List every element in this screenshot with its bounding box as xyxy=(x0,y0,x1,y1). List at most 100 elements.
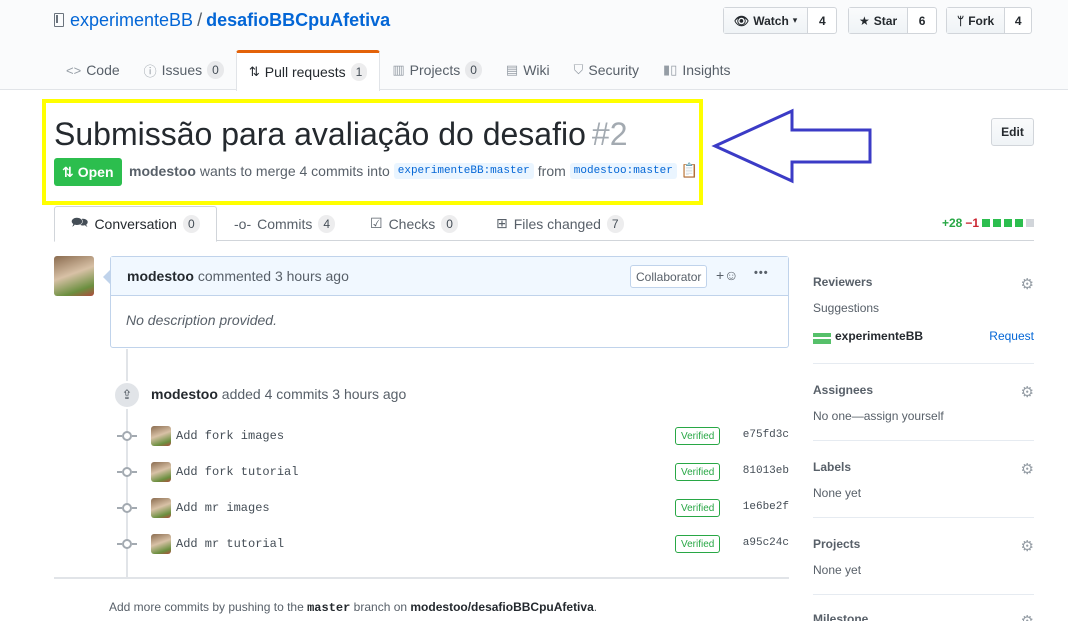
conversation-counter: 0 xyxy=(182,215,200,233)
avatar[interactable] xyxy=(151,534,171,554)
commit-message[interactable]: Add mr tutorial xyxy=(176,537,284,551)
tab-insights[interactable]: ▮▯ Insights xyxy=(651,50,743,90)
verified-badge[interactable]: Verified xyxy=(675,427,721,445)
projects-counter: 0 xyxy=(465,61,482,79)
tab-wiki[interactable]: ▤ Wiki xyxy=(494,50,562,90)
tab-checks[interactable]: ☑ Checks 0 xyxy=(370,206,458,241)
suggested-reviewer-name: experimenteBB xyxy=(835,329,924,343)
push-event-time[interactable]: 3 hours ago xyxy=(332,386,406,402)
suggested-reviewer[interactable]: experimenteBB xyxy=(813,328,923,344)
diffstat-block xyxy=(1015,219,1023,227)
tab-projects[interactable]: ▥ Projects 0 xyxy=(380,50,494,90)
diffstat-block xyxy=(993,219,1001,227)
tab-pull-requests[interactable]: ⇅ Pull requests 1 xyxy=(235,50,381,91)
comment-time[interactable]: 3 hours ago xyxy=(275,268,349,284)
assignees-section: Assignees ⚙ No one—assign yourself xyxy=(813,383,1034,423)
repo-owner-link[interactable]: experimenteBB xyxy=(70,10,193,30)
clipboard-icon[interactable]: 📋 xyxy=(681,162,698,179)
avatar[interactable] xyxy=(151,498,171,518)
commit-message[interactable]: Add fork tutorial xyxy=(176,465,298,479)
head-branch[interactable]: modestoo:master xyxy=(569,162,677,179)
gear-icon[interactable]: ⚙ xyxy=(1021,612,1034,621)
collaborator-badge: Collaborator xyxy=(630,265,708,288)
commit-sha[interactable]: e75fd3c xyxy=(743,429,789,441)
assignees-value[interactable]: No one—assign yourself xyxy=(813,409,1034,423)
deletions-count: −1 xyxy=(965,216,979,230)
repo-icon xyxy=(54,13,64,27)
push-author-link[interactable]: modestoo xyxy=(151,386,218,402)
pr-tabs: 🗪 Conversation 0 -o- Commits 4 ☑ Checks … xyxy=(54,206,1034,242)
repo-nav: <> Code ⓘ Issues 0 ⇅ Pull requests 1 ▥ P… xyxy=(54,50,743,91)
gear-icon[interactable]: ⚙ xyxy=(1021,275,1034,293)
star-button[interactable]: ★ Star xyxy=(849,8,909,33)
gear-icon[interactable]: ⚙ xyxy=(1021,383,1034,401)
smiley-icon[interactable]: +☺ xyxy=(716,267,738,283)
repo-name-link[interactable]: desafioBBCpuAfetiva xyxy=(206,10,390,30)
base-branch[interactable]: experimenteBB:master xyxy=(393,162,534,179)
commit-sha[interactable]: 81013eb xyxy=(743,465,789,477)
sidebar-divider xyxy=(813,440,1034,441)
list-item: Add fork tutorial Verified 81013eb xyxy=(117,460,789,484)
tab-security-label: Security xyxy=(588,62,639,78)
watch-button[interactable]: 👁 Watch ▾ xyxy=(724,8,809,33)
project-icon: ▥ xyxy=(392,62,405,77)
edit-button[interactable]: Edit xyxy=(991,118,1034,146)
verified-badge[interactable]: Verified xyxy=(675,535,721,553)
reviewers-section: Reviewers ⚙ Suggestions experimenteBB Re… xyxy=(813,275,1034,345)
kebab-icon[interactable]: ••• xyxy=(754,267,769,279)
comment-box: modestoo commented 3 hours ago Collabora… xyxy=(103,256,789,348)
gear-icon[interactable]: ⚙ xyxy=(1021,537,1034,555)
comment-author-link[interactable]: modestoo xyxy=(127,268,194,284)
comment-body: No description provided. xyxy=(126,312,277,328)
issue-icon: ⓘ xyxy=(143,63,157,79)
comment-header: modestoo commented 3 hours ago Collabora… xyxy=(111,257,788,296)
tip-text: Add more commits by pushing to the xyxy=(109,600,304,614)
commit-sha[interactable]: a95c24c xyxy=(743,537,789,549)
pr-from-text: from xyxy=(537,162,566,179)
book-icon: ▤ xyxy=(505,62,519,77)
comment-action: commented xyxy=(197,268,272,284)
commit-message[interactable]: Add fork images xyxy=(176,429,284,443)
tab-code[interactable]: <> Code xyxy=(54,50,132,90)
commits-counter: 4 xyxy=(318,214,336,233)
watch-count[interactable]: 4 xyxy=(808,8,836,33)
suggestions-label: Suggestions xyxy=(813,301,880,315)
tab-insights-label: Insights xyxy=(682,62,731,78)
commit-sha[interactable]: 1e6be2f xyxy=(743,501,789,513)
labels-value: None yet xyxy=(813,486,862,500)
git-commit-icon xyxy=(117,467,137,477)
gear-icon[interactable]: ⚙ xyxy=(1021,460,1034,478)
avatar[interactable] xyxy=(54,256,94,296)
pr-number: #2 xyxy=(591,116,628,152)
avatar[interactable] xyxy=(151,426,171,446)
tab-conversation[interactable]: 🗪 Conversation 0 xyxy=(54,206,217,242)
fork-button[interactable]: ᛘ Fork xyxy=(947,8,1006,33)
code-icon: <> xyxy=(66,62,82,78)
labels-section: Labels ⚙ None yet xyxy=(813,460,1034,500)
tab-security[interactable]: ⛉ Security xyxy=(562,50,651,90)
verified-badge[interactable]: Verified xyxy=(675,463,721,481)
avatar[interactable] xyxy=(151,462,171,482)
additions-count: +28 xyxy=(941,216,963,230)
eye-icon: 👁 xyxy=(734,13,750,28)
tab-commits[interactable]: -o- Commits 4 xyxy=(234,206,336,241)
star-count[interactable]: 6 xyxy=(908,8,936,33)
pr-author-link[interactable]: modestoo xyxy=(129,163,196,179)
projects-value: None yet xyxy=(813,563,862,577)
tab-files-changed[interactable]: ⊞ Files changed 7 xyxy=(496,206,624,241)
avatar xyxy=(813,328,831,344)
commit-message[interactable]: Add mr images xyxy=(176,501,270,515)
pr-merge-text: wants to merge 4 commits into xyxy=(199,162,390,179)
diffstat-block xyxy=(1026,219,1034,227)
tab-issues[interactable]: ⓘ Issues 0 xyxy=(132,50,236,90)
verified-badge[interactable]: Verified xyxy=(675,499,721,517)
diffstat-block xyxy=(982,219,990,227)
tip-repo-link[interactable]: modestoo/desafioBBCpuAfetiva xyxy=(410,600,593,614)
request-review-link[interactable]: Request xyxy=(989,329,1034,343)
sidebar-divider xyxy=(813,517,1034,518)
repo-path-separator: / xyxy=(197,10,203,30)
fork-count[interactable]: 4 xyxy=(1005,8,1031,33)
tip-branch: master xyxy=(307,601,351,615)
tip-text: . xyxy=(593,600,598,614)
pr-state-label: Open xyxy=(77,164,114,180)
